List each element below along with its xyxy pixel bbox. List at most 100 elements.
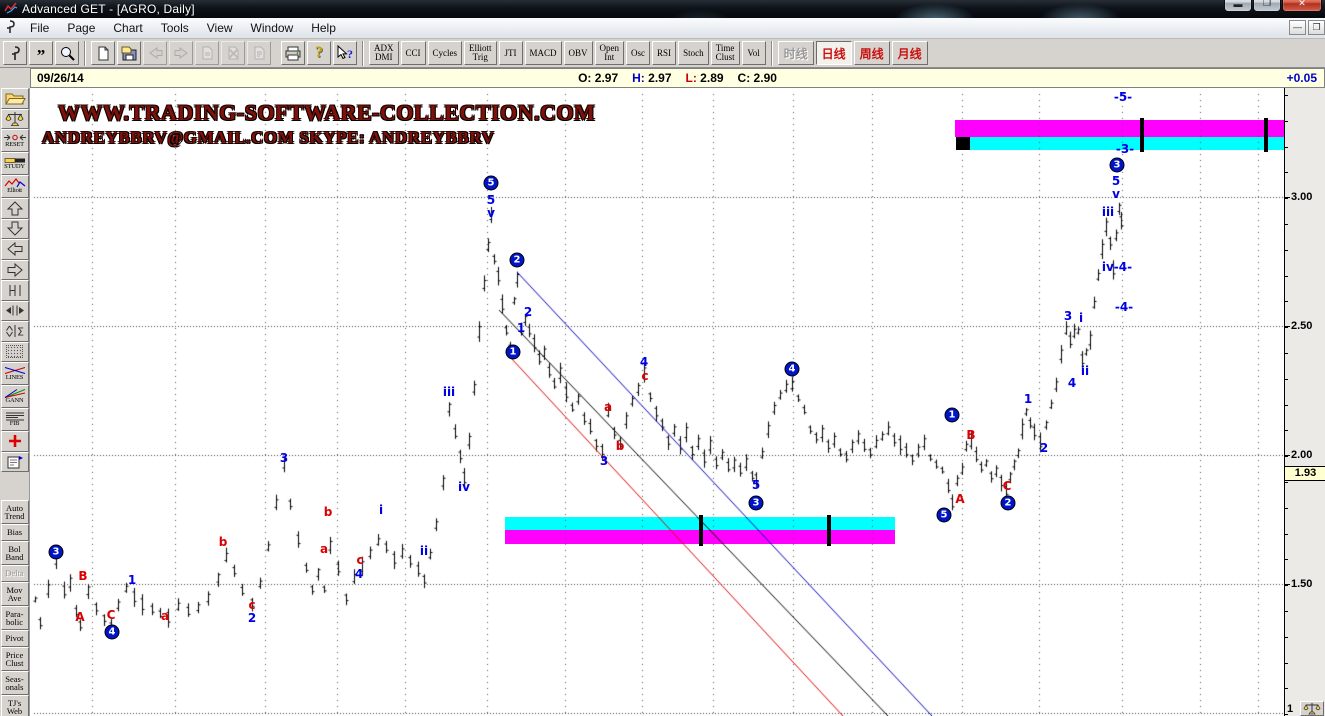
scroll-left-button[interactable] — [1, 239, 29, 260]
scales-icon — [5, 111, 25, 127]
wave-label-5-circled: 5 — [484, 176, 499, 191]
axis-label-3.00: 3.00 — [1291, 191, 1312, 203]
zoom-button[interactable] — [55, 41, 79, 65]
arrow-left-hollow-icon — [6, 241, 24, 257]
wave-label-3-circled: 3 — [1110, 158, 1125, 173]
open-chart-button[interactable] — [1, 88, 29, 109]
properties-button[interactable] — [1, 452, 29, 473]
save-icon — [120, 45, 138, 62]
gann-button[interactable]: GANN — [1, 385, 29, 408]
pin-icon — [7, 44, 23, 62]
pin-button[interactable] — [3, 41, 27, 65]
wave-label-3: 3 — [280, 451, 288, 465]
obv-button[interactable]: OBV — [564, 41, 593, 65]
osc-button[interactable]: Osc — [626, 41, 650, 65]
save-button[interactable] — [117, 41, 141, 65]
page-delete-icon — [225, 45, 241, 61]
toolbar: ”??ADXDMICCICyclesElliottTrigJTIMACDOBVO… — [0, 39, 1325, 68]
price-clust-button[interactable]: PriceClust — [1, 647, 29, 671]
watermark: WWW.TRADING-SOFTWARE-COLLECTION.COM ANDR… — [30, 100, 595, 148]
cci-button[interactable]: CCI — [401, 41, 426, 65]
grid-button[interactable] — [1, 342, 29, 363]
time-clust-button[interactable]: TimeClust — [711, 41, 740, 65]
pivot-button[interactable]: Pivot — [1, 630, 29, 647]
menu-file[interactable]: File — [21, 19, 58, 37]
parabolic-button[interactable]: Para-bolic — [1, 606, 29, 630]
auto-trend-button[interactable]: AutoTrend — [1, 500, 29, 524]
split-sigma-icon: Σ — [5, 324, 25, 338]
menu-view[interactable]: View — [198, 19, 242, 37]
mdi-minimize-button[interactable]: — — [1289, 20, 1306, 35]
wave-label-3: 3 — [600, 454, 608, 468]
menu-window[interactable]: Window — [242, 19, 303, 37]
scales-status-icon[interactable] — [1300, 701, 1324, 716]
fib-button[interactable]: FIB — [1, 408, 29, 431]
bar-spacing-button[interactable] — [1, 280, 29, 301]
menu-tools[interactable]: Tools — [152, 19, 198, 37]
open-int-button[interactable]: OpenInt — [595, 41, 625, 65]
watermark-line2: ANDREYBBRV@GMAIL.COM SKYPE: ANDREYBBRV — [42, 128, 595, 148]
crosshair-button[interactable] — [1, 431, 29, 452]
elliott-button[interactable]: Elliott — [1, 175, 29, 198]
menu-page[interactable]: Page — [58, 19, 104, 37]
quote-low: 2.89 — [700, 71, 723, 85]
timeframe-intraday-button[interactable]: 时线 — [778, 41, 814, 65]
vol-button[interactable]: Vol — [742, 41, 766, 65]
maximize-button[interactable]: ❐ — [1253, 0, 1281, 12]
lines-button[interactable]: LINES — [1, 362, 29, 385]
wave-label-4: 4 — [640, 355, 648, 369]
reset-button[interactable]: RESET — [1, 129, 29, 152]
rsi-button[interactable]: RSI — [652, 41, 676, 65]
bias-button[interactable]: Bias — [1, 524, 29, 541]
wave-label-1: 1 — [128, 573, 136, 587]
scroll-down-button[interactable] — [1, 219, 29, 240]
wave-label--5-: -5- — [1114, 90, 1132, 104]
seasonals-button[interactable]: Seas-onals — [1, 671, 29, 695]
quote-close: 2.90 — [754, 71, 777, 85]
quotes-button[interactable]: ” — [29, 41, 53, 65]
scroll-up-button[interactable] — [1, 198, 29, 219]
menu-chart[interactable]: Chart — [104, 19, 151, 37]
help-button[interactable]: ? — [307, 41, 331, 65]
timeframe-monthly-button[interactable]: 月线 — [892, 41, 928, 65]
study-button[interactable]: STUDY — [1, 152, 29, 175]
wave-label-c: c — [248, 598, 255, 612]
copy-page-button[interactable] — [195, 41, 219, 65]
wave-label-2-circled: 2 — [510, 253, 525, 268]
prev-page-button[interactable] — [143, 41, 167, 65]
timeframe-daily-button[interactable]: 日线 — [816, 41, 852, 65]
arrow-up-icon — [6, 200, 24, 217]
minimize-button[interactable]: ▬ — [1224, 0, 1252, 12]
context-help-button[interactable]: ? — [333, 41, 357, 65]
adx-dmi-button[interactable]: ADXDMI — [369, 41, 399, 65]
compress-bars-button[interactable] — [1, 301, 29, 322]
timeframe-weekly-button[interactable]: 周线 — [854, 41, 890, 65]
insert-page-button[interactable] — [247, 41, 271, 65]
stoch-button[interactable]: Stoch — [678, 41, 709, 65]
split-summary-button[interactable]: Σ — [1, 321, 29, 342]
wave-label-c: c — [356, 553, 363, 567]
lower-band-tick — [827, 515, 831, 546]
app-window: Advanced GET - [AGRO, Daily] ▬ ❐ ✕ FileP… — [0, 0, 1325, 716]
next-page-button[interactable] — [169, 41, 193, 65]
delete-page-button[interactable] — [221, 41, 245, 65]
cycles-button[interactable]: Cycles — [428, 41, 463, 65]
jti-button[interactable]: JTI — [499, 41, 523, 65]
properties-icon — [5, 454, 24, 470]
mov-ave-button[interactable]: MovAve — [1, 582, 29, 606]
mdi-restore-button[interactable]: ❐ — [1308, 20, 1325, 35]
elliott-trig-button[interactable]: ElliottTrig — [464, 41, 497, 65]
tjs-web-button[interactable]: TJ'sWeb — [1, 695, 29, 716]
scales-button[interactable] — [1, 109, 29, 130]
scroll-right-button[interactable] — [1, 260, 29, 281]
delta-button[interactable]: Delta — [1, 565, 29, 582]
bol-band-button[interactable]: BolBand — [1, 541, 29, 565]
quote-high: 2.97 — [648, 71, 671, 85]
menu-help[interactable]: Help — [302, 19, 345, 37]
close-button[interactable]: ✕ — [1282, 0, 1322, 12]
chart-surface[interactable] — [30, 88, 1284, 716]
wave-label-5: 5 — [752, 478, 760, 492]
print-button[interactable] — [281, 41, 305, 65]
new-page-button[interactable] — [91, 41, 115, 65]
macd-button[interactable]: MACD — [525, 41, 562, 65]
